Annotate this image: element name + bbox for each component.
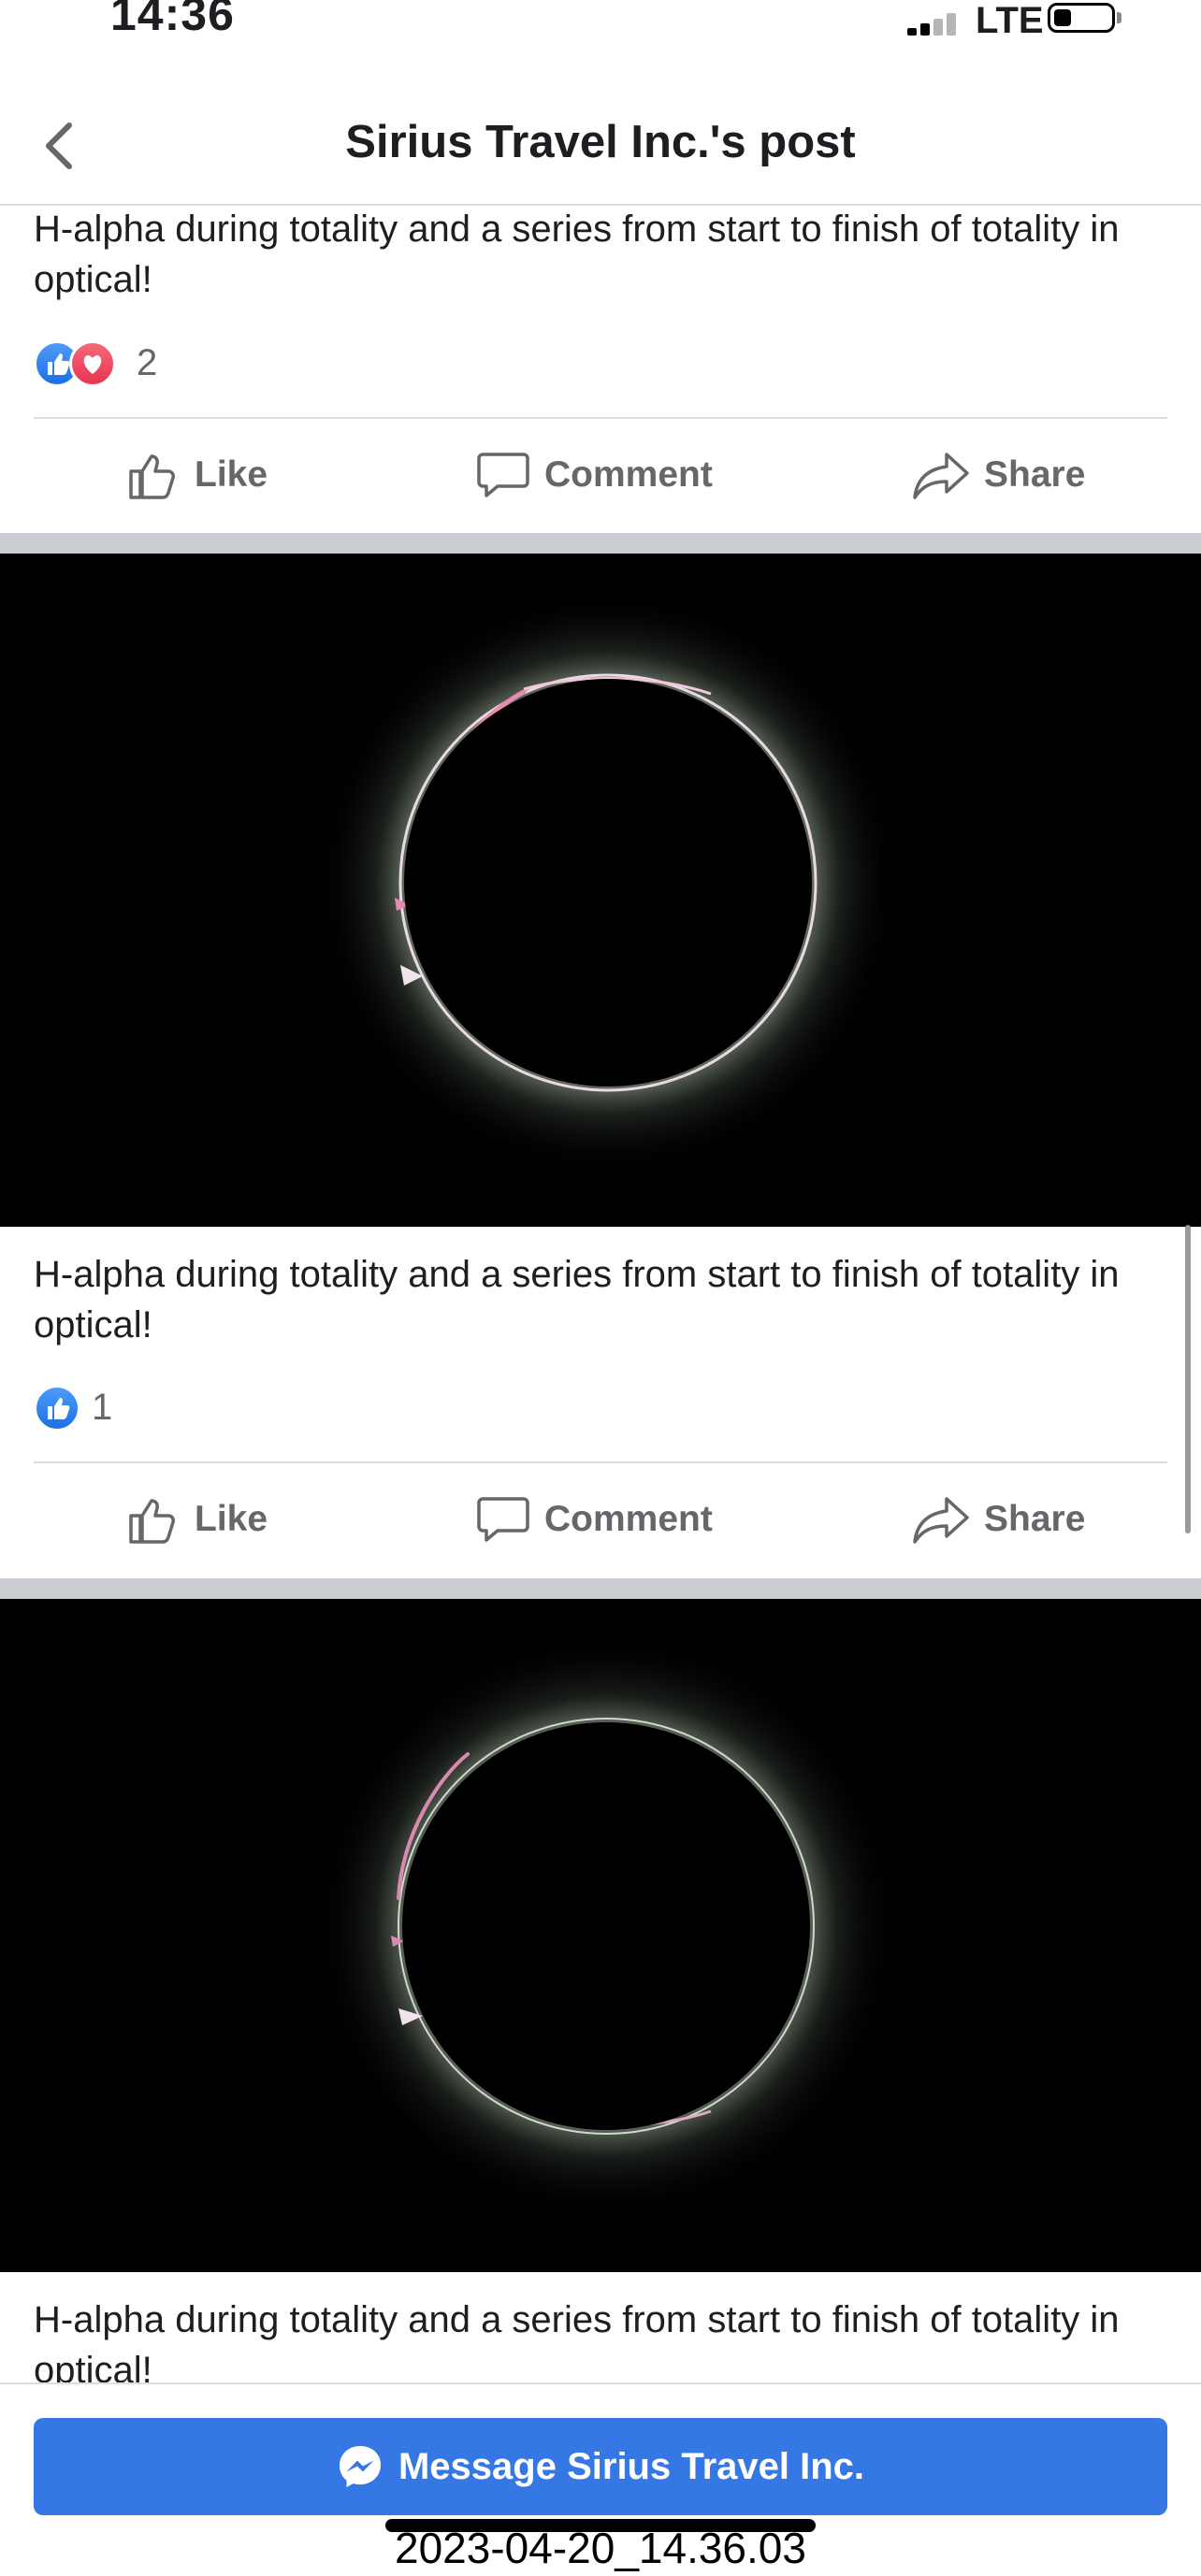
comment-icon <box>477 453 529 497</box>
post-photo[interactable] <box>0 1599 1201 2272</box>
thumbs-up-icon <box>129 454 175 499</box>
status-bar: 14:36 LTE <box>0 0 1201 56</box>
network-label: LTE <box>976 0 1044 41</box>
share-label: Share <box>984 454 1086 495</box>
like-label: Like <box>195 454 268 495</box>
like-reaction-icon <box>34 1385 80 1432</box>
share-icon <box>913 453 969 499</box>
comment-button[interactable]: Comment <box>475 428 713 522</box>
post-caption: H-alpha during totality and a series fro… <box>34 1254 1120 1346</box>
nav-bar: Sirius Travel Inc.'s post <box>0 94 1201 206</box>
messenger-icon <box>339 2446 381 2487</box>
status-time: 14:36 <box>110 0 235 40</box>
comment-label: Comment <box>544 454 713 495</box>
comment-label: Comment <box>544 1499 713 1539</box>
eclipse-image <box>316 1636 896 2216</box>
screenshot-timestamp: 2023-04-20_14.36.03 <box>395 2524 806 2572</box>
message-button-label: Message Sirius Travel Inc. <box>398 2445 865 2487</box>
post-separator <box>0 1578 1201 1599</box>
reaction-count: 2 <box>137 342 158 383</box>
battery-tip <box>1117 12 1121 23</box>
post-caption: H-alpha during totality and a series fro… <box>34 209 1120 300</box>
thumbs-up-icon <box>129 1499 175 1544</box>
like-label: Like <box>195 1499 268 1539</box>
reaction-count: 1 <box>92 1387 113 1428</box>
like-button[interactable]: Like <box>125 1473 268 1566</box>
share-icon <box>913 1497 969 1544</box>
post-photo[interactable] <box>0 554 1201 1227</box>
comment-icon <box>477 1497 529 1542</box>
page-title: Sirius Travel Inc.'s post <box>345 117 856 167</box>
comment-button[interactable]: Comment <box>475 1473 713 1566</box>
share-button[interactable]: Share <box>911 428 1085 522</box>
divider <box>34 417 1167 419</box>
signal-icon <box>907 13 963 36</box>
post-caption: H-alpha during totality and a series fro… <box>34 2299 1120 2391</box>
scrollbar[interactable] <box>1185 1225 1191 1533</box>
divider <box>34 1461 1167 1463</box>
heart-icon <box>69 340 116 387</box>
action-bar: Like Comment Share <box>0 1473 1201 1566</box>
like-button[interactable]: Like <box>125 428 268 522</box>
post-separator <box>0 533 1201 554</box>
message-page-button[interactable]: Message Sirius Travel Inc. <box>34 2418 1167 2515</box>
share-button[interactable]: Share <box>911 1473 1085 1566</box>
bottom-bar: Message Sirius Travel Inc. 2023-04-20_14… <box>0 2382 1201 2576</box>
share-label: Share <box>984 1499 1086 1539</box>
battery-icon <box>1048 3 1115 33</box>
eclipse-image <box>318 593 898 1173</box>
action-bar: Like Comment Share <box>0 428 1201 522</box>
